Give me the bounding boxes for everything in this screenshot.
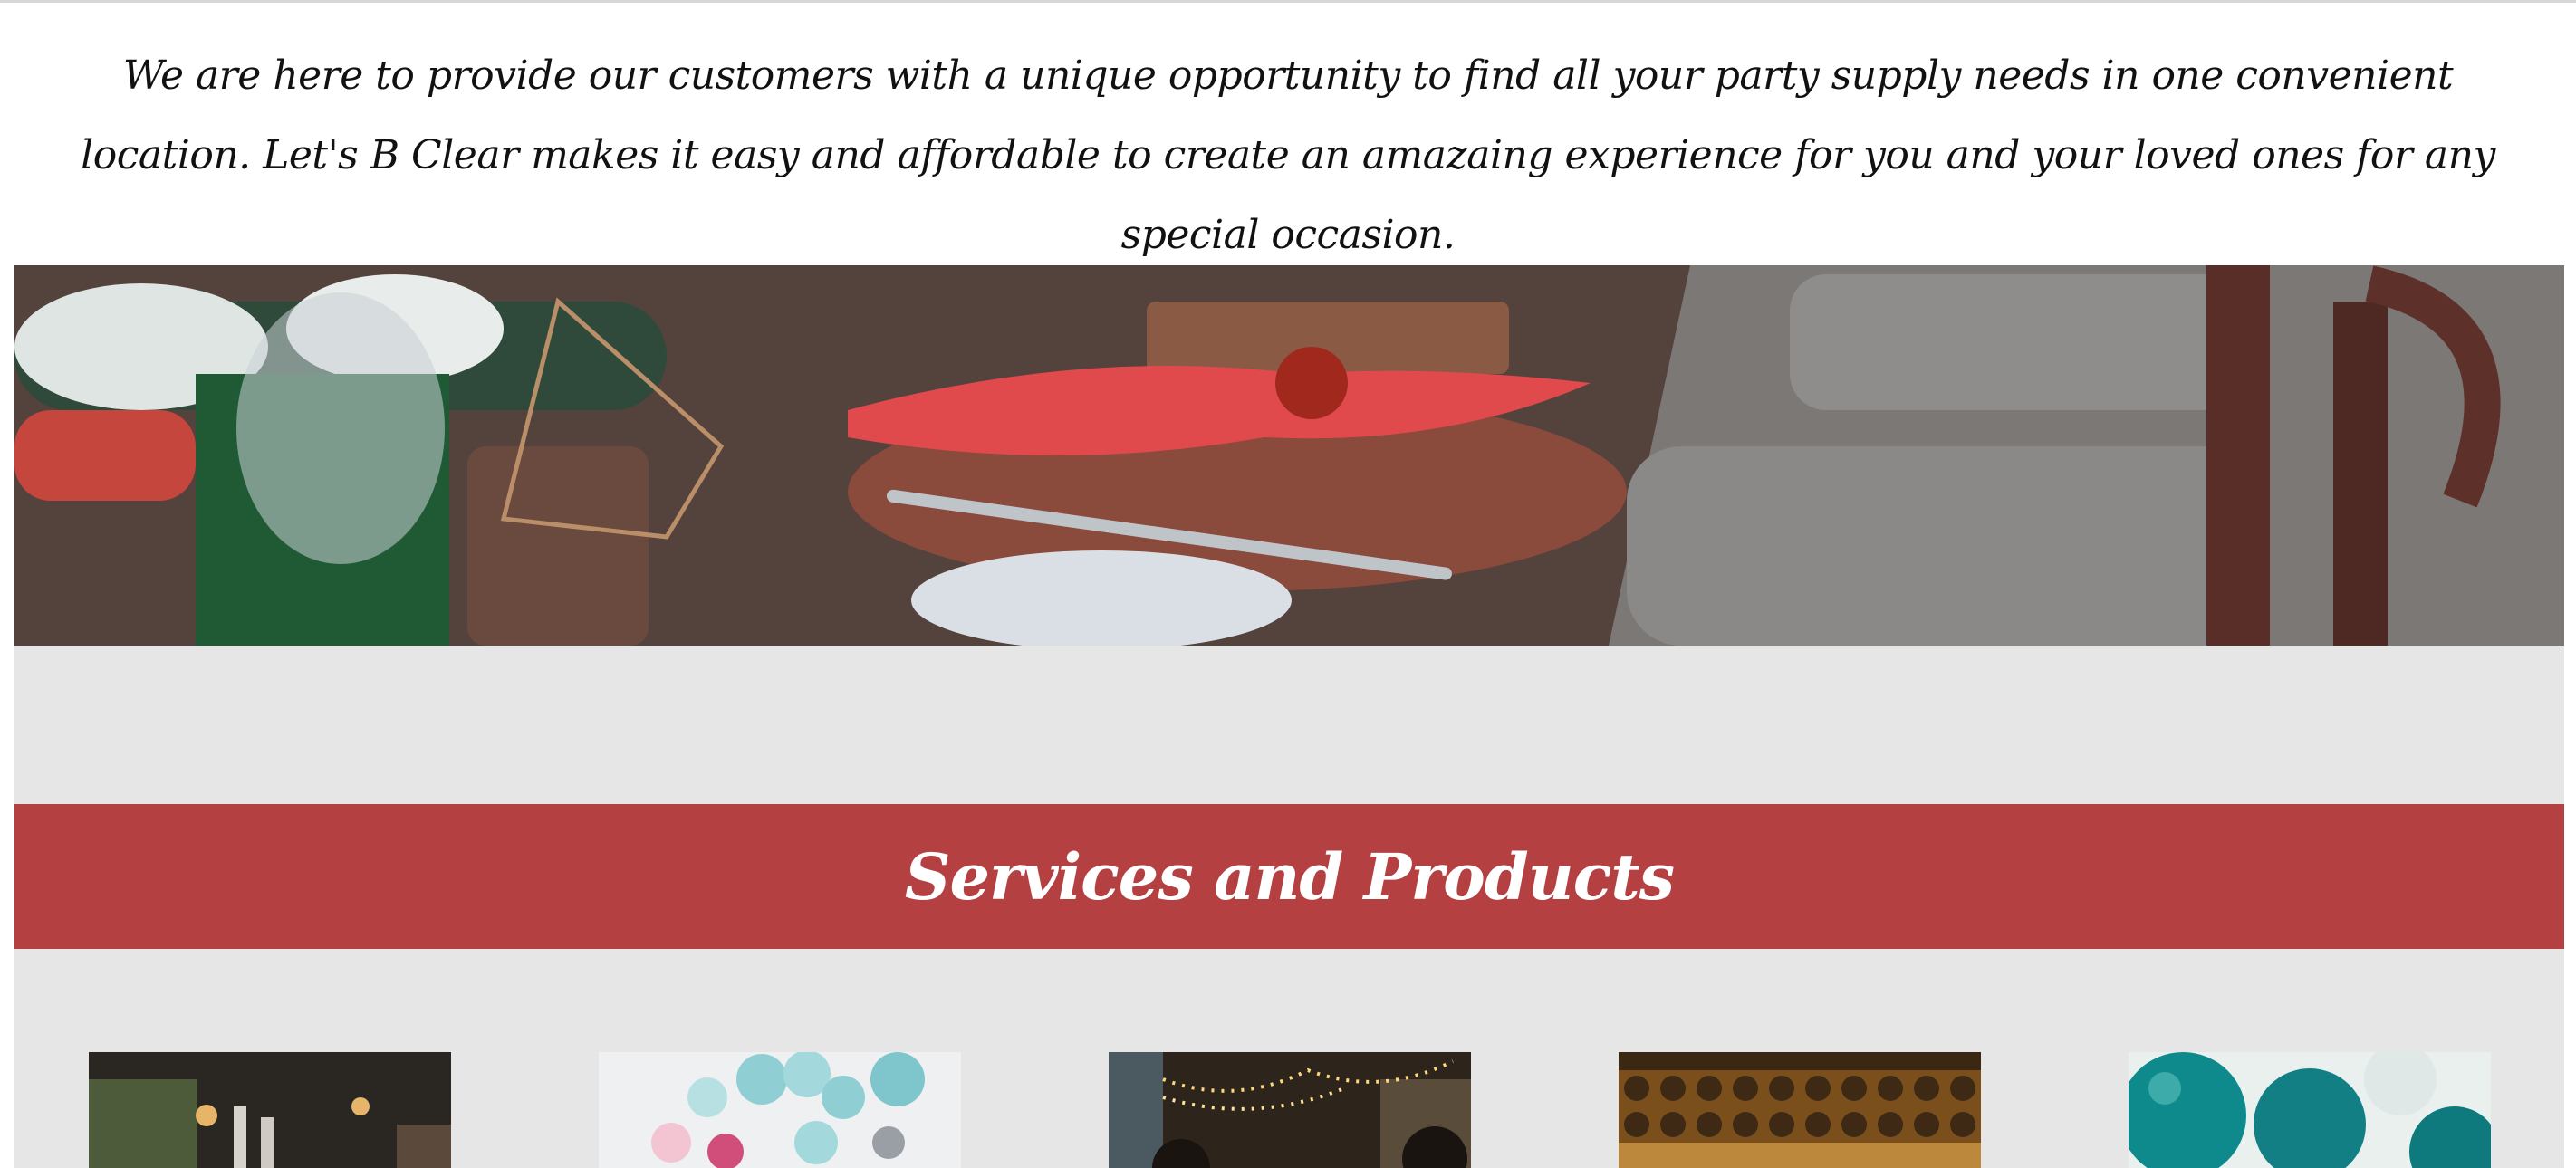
- teal-balloons-photo: [2129, 1052, 2491, 1168]
- services-thumbnails: [0, 1052, 2576, 1168]
- event-venue-photo: [89, 1052, 451, 1168]
- service-thumbnail-1[interactable]: [89, 1052, 451, 1168]
- service-thumbnail-2[interactable]: [599, 1052, 961, 1168]
- table-setting-photo: [14, 265, 2564, 646]
- string-lights-hall-photo: [1109, 1052, 1471, 1168]
- balloon-arch-photo: [599, 1052, 961, 1168]
- top-divider: [0, 0, 2576, 3]
- services-banner: Services and Products: [14, 804, 2564, 949]
- glassware-rack-photo: [1619, 1052, 1981, 1168]
- service-thumbnail-3[interactable]: [1109, 1052, 1471, 1168]
- service-thumbnail-5[interactable]: [2129, 1052, 2491, 1168]
- intro-paragraph: We are here to provide our customers wit…: [81, 53, 2495, 258]
- service-thumbnail-4[interactable]: [1619, 1052, 1981, 1168]
- services-title: Services and Products: [904, 838, 1675, 914]
- hero-image: [14, 265, 2564, 646]
